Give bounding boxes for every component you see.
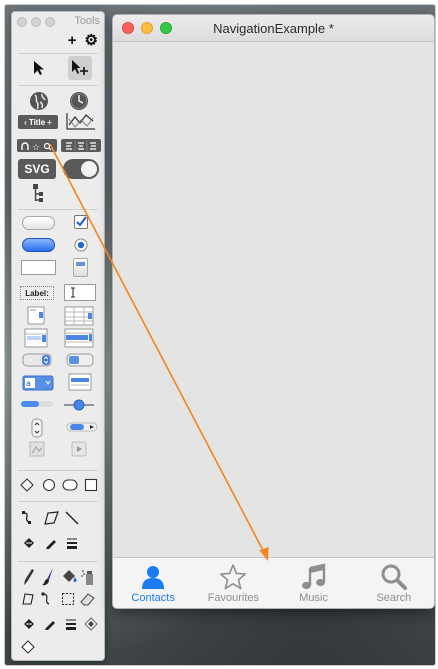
brush-icon[interactable] [40, 567, 56, 587]
stepper-list-icon[interactable] [24, 328, 48, 348]
text-cursor-input-tool[interactable] [64, 284, 96, 301]
window-title: NavigationExample * [213, 21, 334, 36]
fill-bucket-icon-2[interactable] [20, 615, 38, 633]
tab-bar: Contacts Favourites Music Search [113, 557, 434, 608]
line-weight-icon[interactable] [63, 534, 81, 552]
plus-icon: + [47, 117, 52, 127]
popup-list-icon[interactable] [26, 306, 46, 326]
toggle-switch-tool[interactable] [63, 159, 99, 179]
eraser-icon[interactable] [80, 591, 96, 607]
divider [18, 53, 98, 54]
globe-icon[interactable] [28, 90, 50, 112]
navigation-bar-tool[interactable]: ‹ Title + [18, 115, 58, 129]
curve-tool-icon[interactable] [20, 509, 38, 527]
pen-tool-icon-2[interactable] [41, 615, 59, 633]
svg-text:a: a [26, 379, 31, 388]
icon-segmented-control[interactable]: ☆ [17, 139, 57, 152]
tools-close-button[interactable] [17, 17, 27, 27]
title-button-label: Title [28, 117, 46, 127]
polygon-tool-icon[interactable] [42, 509, 60, 527]
tab-label: Favourites [207, 592, 260, 604]
free-polygon-icon[interactable] [20, 591, 36, 607]
radio-button-tool[interactable] [74, 238, 88, 252]
person-icon [140, 563, 166, 591]
chevron-left-icon: ‹ [24, 117, 27, 127]
search-icon [380, 563, 408, 591]
progress-bar-tool[interactable] [20, 398, 54, 410]
anchor-point-icon[interactable] [20, 639, 36, 655]
token-field-tool[interactable]: a [22, 375, 54, 391]
svg-text:☆: ☆ [32, 143, 40, 151]
tab-label: Contacts [131, 592, 175, 604]
divider [18, 470, 98, 471]
select-add-arrow-icon[interactable] [68, 56, 92, 80]
diamond-shape-icon[interactable] [19, 477, 35, 493]
divider [18, 209, 98, 210]
tab-search[interactable]: Search [354, 558, 434, 608]
text-field-tool[interactable] [21, 260, 56, 275]
tab-music[interactable]: Music [274, 558, 354, 608]
push-button-tool[interactable] [22, 216, 55, 230]
scroll-view-tool[interactable] [73, 258, 88, 277]
tree-hierarchy-icon[interactable] [28, 182, 48, 204]
slider-tool[interactable] [62, 398, 96, 412]
divider [18, 501, 98, 502]
tab-label: Search [376, 592, 412, 604]
circle-shape-icon[interactable] [41, 477, 57, 493]
combo-box-tool[interactable] [22, 352, 52, 368]
tools-minimize-button[interactable] [31, 17, 41, 27]
popup-button-tool[interactable] [66, 352, 94, 368]
tools-panel: Tools + ⚙ ‹ Title + ☆ SVG Label: a [11, 11, 105, 661]
divider [18, 85, 98, 86]
label-tool[interactable]: Label: [20, 286, 54, 300]
media-slider-tool[interactable] [66, 420, 98, 434]
line-tool-icon[interactable] [63, 509, 81, 527]
rectangle-shape-icon[interactable] [83, 477, 99, 493]
default-button-tool[interactable] [22, 238, 55, 252]
music-note-icon [301, 563, 327, 591]
table-view-icon[interactable] [64, 306, 94, 326]
image-placeholder-icon[interactable] [28, 440, 46, 458]
pencil-icon[interactable] [20, 567, 36, 587]
navigation-example-window: NavigationExample * Contacts Favourites [112, 14, 435, 609]
pattern-icon[interactable] [82, 615, 100, 633]
bezier-icon[interactable] [40, 591, 56, 607]
gear-icon[interactable]: ⚙ [85, 33, 98, 48]
pen-tool-icon[interactable] [42, 534, 60, 552]
line-weight-icon-2[interactable] [62, 615, 80, 633]
marquee-select-icon[interactable] [60, 591, 76, 607]
fill-bucket-icon[interactable] [20, 534, 38, 552]
line-chart-icon[interactable] [64, 110, 98, 132]
video-player-icon[interactable] [70, 440, 88, 458]
star-icon [219, 563, 247, 591]
tab-label: Music [299, 592, 328, 604]
tools-title: Tools [74, 15, 100, 27]
tab-contacts[interactable]: Contacts [113, 558, 193, 608]
clock-icon[interactable] [68, 90, 90, 112]
content-area [113, 42, 434, 558]
svg-tool[interactable]: SVG [18, 159, 56, 179]
tab-favourites[interactable]: Favourites [193, 558, 273, 608]
divider [18, 561, 98, 562]
checkbox-tool[interactable] [74, 215, 88, 229]
text-align-segmented-control[interactable] [61, 139, 101, 152]
window-titlebar[interactable]: NavigationExample * [113, 15, 434, 42]
tools-titlebar: Tools [12, 12, 104, 32]
stepper-tool[interactable] [30, 418, 44, 438]
date-picker-tool[interactable] [66, 372, 94, 392]
select-arrow-icon[interactable] [28, 57, 50, 79]
plus-icon[interactable]: + [68, 33, 77, 48]
tools-zoom-button[interactable] [45, 17, 55, 27]
screenshot-frame: Tools + ⚙ ‹ Title + ☆ SVG Label: a Navig… [4, 4, 436, 666]
spray-can-icon[interactable] [80, 567, 96, 587]
rounded-rectangle-shape-icon[interactable] [62, 477, 78, 493]
paint-bucket-icon[interactable] [60, 567, 78, 587]
outline-view-icon[interactable] [64, 328, 94, 348]
